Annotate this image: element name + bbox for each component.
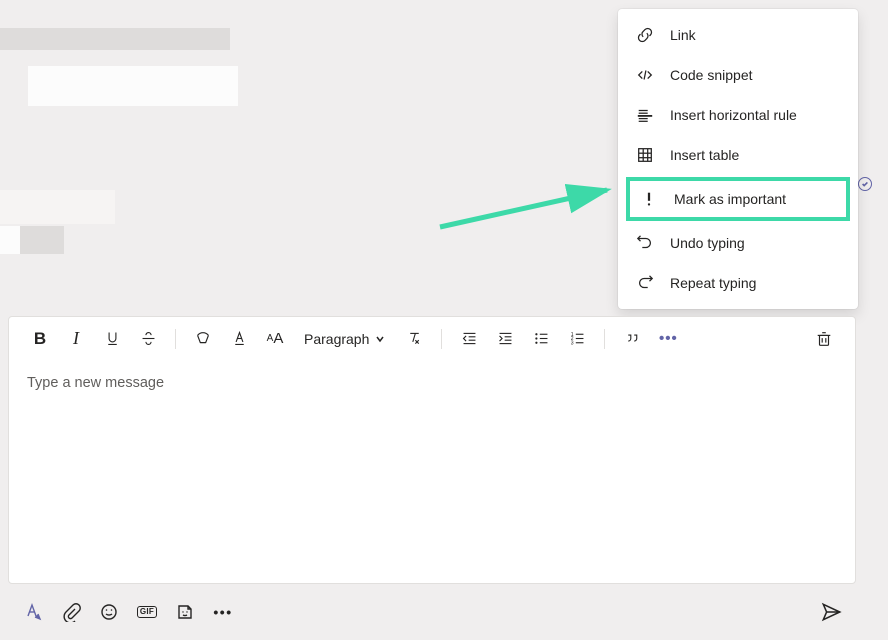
table-icon — [636, 146, 654, 164]
gif-button[interactable]: GIF — [136, 601, 158, 623]
redacted-block — [28, 66, 238, 106]
message-composer: B I AA Paragraph — [8, 316, 856, 584]
redacted-block — [0, 28, 230, 50]
message-input[interactable]: Type a new message — [9, 361, 855, 551]
link-icon — [636, 26, 654, 44]
redacted-block — [0, 226, 20, 254]
quote-button[interactable] — [619, 326, 645, 352]
composer-actions: GIF ••• — [8, 590, 856, 634]
strikethrough-button[interactable] — [135, 326, 161, 352]
redo-icon — [636, 274, 654, 292]
horizontal-rule-icon — [636, 106, 654, 124]
format-toolbar: B I AA Paragraph — [9, 317, 855, 361]
chevron-down-icon — [375, 334, 385, 344]
menu-item-label: Link — [670, 27, 696, 43]
gif-label: GIF — [137, 606, 157, 618]
bold-button[interactable]: B — [27, 326, 53, 352]
toolbar-separator — [441, 329, 442, 349]
toolbar-separator — [604, 329, 605, 349]
annotation-arrow — [435, 172, 615, 232]
numbered-list-button[interactable]: 123 — [564, 326, 590, 352]
more-actions-button[interactable]: ••• — [212, 601, 234, 623]
menu-item-code-snippet[interactable]: Code snippet — [618, 55, 858, 95]
font-size-button[interactable]: AA — [262, 326, 288, 352]
attach-button[interactable] — [60, 601, 82, 623]
menu-item-undo[interactable]: Undo typing — [618, 223, 858, 263]
menu-item-link[interactable]: Link — [618, 15, 858, 55]
menu-item-label: Undo typing — [670, 235, 745, 251]
menu-item-label: Mark as important — [674, 191, 786, 207]
undo-icon — [636, 234, 654, 252]
redacted-block — [0, 190, 115, 224]
emoji-button[interactable] — [98, 601, 120, 623]
seen-badge — [858, 177, 872, 191]
menu-item-label: Insert table — [670, 147, 739, 163]
highlight-button[interactable] — [190, 326, 216, 352]
menu-item-mark-important[interactable]: Mark as important — [626, 177, 850, 221]
send-button[interactable] — [820, 601, 842, 623]
menu-item-label: Code snippet — [670, 67, 753, 83]
format-context-menu: Link Code snippet Insert horizontal rule… — [618, 9, 858, 309]
redacted-block — [20, 226, 64, 254]
menu-item-redo[interactable]: Repeat typing — [618, 263, 858, 303]
underline-button[interactable] — [99, 326, 125, 352]
font-color-button[interactable] — [226, 326, 252, 352]
toolbar-separator — [175, 329, 176, 349]
code-icon — [636, 66, 654, 84]
clear-formatting-button[interactable] — [401, 326, 427, 352]
more-options-button[interactable]: ••• — [655, 326, 681, 352]
indent-button[interactable] — [492, 326, 518, 352]
format-toggle-button[interactable] — [22, 601, 44, 623]
paragraph-label: Paragraph — [304, 331, 369, 347]
outdent-button[interactable] — [456, 326, 482, 352]
menu-item-label: Repeat typing — [670, 275, 756, 291]
menu-item-label: Insert horizontal rule — [670, 107, 797, 123]
delete-button[interactable] — [811, 326, 837, 352]
menu-item-horizontal-rule[interactable]: Insert horizontal rule — [618, 95, 858, 135]
menu-item-insert-table[interactable]: Insert table — [618, 135, 858, 175]
important-icon — [640, 190, 658, 208]
svg-text:3: 3 — [571, 340, 574, 346]
italic-button[interactable]: I — [63, 326, 89, 352]
paragraph-style-dropdown[interactable]: Paragraph — [298, 331, 391, 347]
bulleted-list-button[interactable] — [528, 326, 554, 352]
sticker-button[interactable] — [174, 601, 196, 623]
